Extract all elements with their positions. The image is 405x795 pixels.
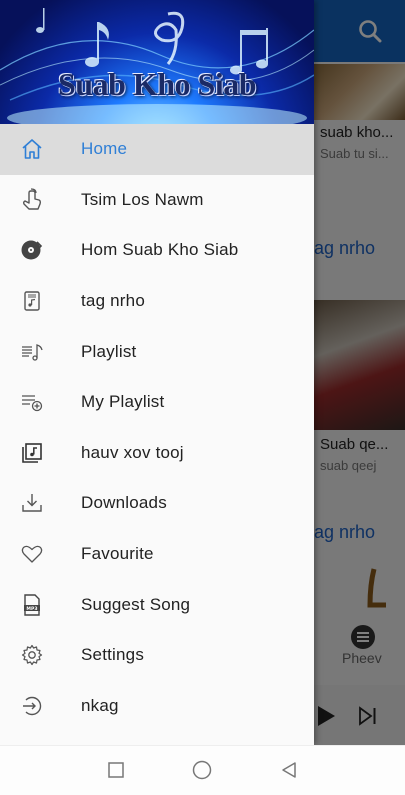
gear-icon (20, 643, 44, 667)
drawer-header-banner: Suab Kho Siab (0, 0, 314, 124)
menu-item-tsim-los-nawm[interactable]: Tsim Los Nawm (0, 175, 314, 226)
menu-item-label: Home (81, 139, 128, 159)
menu-item-favourite[interactable]: Favourite (0, 529, 314, 580)
menu-item-label: Downloads (81, 493, 167, 513)
menu-item-label: nkag (81, 695, 119, 715)
menu-item-hauv-xov-tooj[interactable]: hauv xov tooj (0, 428, 314, 479)
menu-item-my-playlist[interactable]: My Playlist (0, 377, 314, 428)
menu-item-label: Favourite (81, 544, 154, 564)
menu-item-settings[interactable]: Settings (0, 630, 314, 681)
menu-item-hom-suab-kho-siab[interactable]: Hom Suab Kho Siab (0, 225, 314, 276)
home-circle-icon[interactable] (190, 758, 214, 782)
drawer-menu: Home Tsim Los Nawm Hom Suab Kho Siab tag… (0, 124, 314, 731)
music-notes-decoration (0, 8, 314, 124)
back-triangle-icon[interactable] (277, 758, 301, 782)
menu-item-suggest-song[interactable]: MP3 Suggest Song (0, 579, 314, 630)
playlist-add-icon (20, 390, 44, 414)
playlist-icon (20, 340, 44, 364)
menu-item-label: Hom Suab Kho Siab (81, 240, 239, 260)
login-icon (20, 694, 44, 718)
menu-item-downloads[interactable]: Downloads (0, 478, 314, 529)
svg-text:MP3: MP3 (26, 605, 37, 611)
menu-item-label: tag nrho (81, 291, 145, 311)
recents-square-icon[interactable] (104, 758, 128, 782)
menu-item-label: Suggest Song (81, 594, 191, 614)
menu-item-home[interactable]: Home (0, 124, 314, 175)
menu-item-label: Playlist (81, 341, 137, 361)
menu-item-label: Settings (81, 645, 145, 665)
music-file-icon (20, 289, 44, 313)
menu-item-label: Tsim Los Nawm (81, 189, 204, 209)
menu-item-nkag[interactable]: nkag (0, 681, 314, 732)
navigation-drawer: Suab Kho Siab Home Tsim Los Nawm Hom Sua… (0, 0, 314, 745)
menu-item-tag-nrho[interactable]: tag nrho (0, 276, 314, 327)
app-logo-title: Suab Kho Siab (57, 66, 257, 102)
heart-icon (20, 542, 44, 566)
vinyl-disc-icon (20, 238, 44, 262)
hand-pointer-icon (20, 188, 44, 212)
system-navigation-bar (0, 745, 405, 795)
menu-item-label: hauv xov tooj (81, 442, 184, 462)
music-library-icon (20, 441, 44, 465)
home-icon (20, 137, 44, 161)
menu-item-playlist[interactable]: Playlist (0, 326, 314, 377)
menu-item-label: My Playlist (81, 392, 165, 412)
download-icon (20, 491, 44, 515)
mp3-file-icon: MP3 (20, 593, 44, 617)
